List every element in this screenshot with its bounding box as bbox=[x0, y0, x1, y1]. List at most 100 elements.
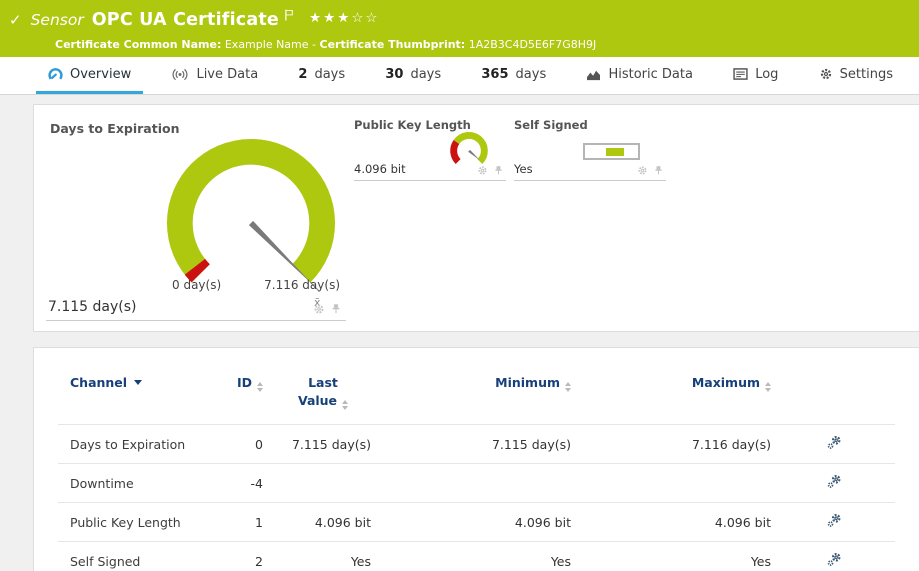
tab-30-days-unit: days bbox=[410, 67, 441, 82]
flag-icon[interactable] bbox=[283, 6, 295, 25]
common-name-label: Certificate Common Name: bbox=[55, 38, 221, 51]
pin-icon[interactable] bbox=[653, 165, 664, 176]
channel-maximum: 4.096 bit bbox=[579, 503, 779, 542]
sensor-title: OPC UA Certificate bbox=[92, 10, 279, 30]
gauge-title: Days to Expiration bbox=[46, 115, 346, 136]
sort-desc-icon bbox=[134, 380, 142, 385]
stars-filled: ★★★ bbox=[309, 10, 351, 26]
table-row: Days to Expiration 0 7.115 day(s) 7.115 … bbox=[58, 425, 895, 464]
channel-id: 0 bbox=[223, 425, 271, 464]
gauges-card: Days to Expiration x̄ 0 day(s) 7.116 day… bbox=[33, 104, 919, 332]
tab-live-data[interactable]: Live Data bbox=[159, 57, 270, 94]
gauge-panel-days-to-expiration: Days to Expiration x̄ 0 day(s) 7.116 day… bbox=[46, 115, 346, 321]
object-type-label: Sensor bbox=[31, 11, 84, 29]
thumbprint-value: 1A2B3C4D5E6F7G8H9J bbox=[469, 38, 597, 51]
channel-maximum bbox=[579, 464, 779, 503]
tab-365-days-unit: days bbox=[516, 67, 547, 82]
channel-minimum: Yes bbox=[379, 542, 579, 571]
tab-30-days[interactable]: 30 days bbox=[373, 57, 453, 94]
gauge-current-value: Yes bbox=[514, 162, 533, 176]
tab-overview-label: Overview bbox=[70, 67, 131, 82]
common-name-value: Example Name bbox=[225, 38, 309, 51]
channel-maximum: 7.116 day(s) bbox=[579, 425, 779, 464]
table-row: Downtime -4 bbox=[58, 464, 895, 503]
channel-id: 2 bbox=[223, 542, 271, 571]
column-header-id[interactable]: ID bbox=[223, 362, 271, 425]
tab-365-days-num: 365 bbox=[481, 67, 508, 82]
gauge-needle bbox=[468, 150, 480, 160]
tab-bar: Overview Live Data 2 days 30 days 365 da… bbox=[0, 57, 919, 95]
boolean-indicator bbox=[583, 143, 640, 160]
column-header-channel[interactable]: Channel bbox=[58, 362, 223, 425]
tab-log-label: Log bbox=[755, 67, 778, 82]
sort-icon bbox=[257, 382, 263, 392]
public-key-length-gauge bbox=[446, 127, 492, 173]
channel-minimum: 4.096 bit bbox=[379, 503, 579, 542]
pin-icon[interactable] bbox=[493, 165, 504, 176]
tab-2-days[interactable]: 2 days bbox=[286, 57, 357, 94]
channel-last-value: 4.096 bit bbox=[271, 503, 379, 542]
channel-name: Downtime bbox=[58, 464, 223, 503]
channel-minimum bbox=[379, 464, 579, 503]
gauge-current-value: 7.115 day(s) bbox=[48, 299, 137, 315]
tab-settings[interactable]: Settings bbox=[807, 57, 905, 94]
channel-maximum: Yes bbox=[579, 542, 779, 571]
stars-empty: ☆☆ bbox=[351, 10, 379, 26]
tab-365-days[interactable]: 365 days bbox=[469, 57, 558, 94]
gauge-scale-min: 0 day(s) bbox=[172, 278, 221, 292]
gauge-icon bbox=[48, 67, 63, 82]
channel-last-value: 7.115 day(s) bbox=[271, 425, 379, 464]
sort-icon bbox=[342, 400, 348, 410]
edit-channel-gears-icon[interactable] bbox=[827, 474, 842, 489]
tab-historic-label: Historic Data bbox=[608, 67, 693, 82]
status-ok-check-icon: ✓ bbox=[9, 11, 22, 29]
gauge-scale-max: 7.116 day(s) bbox=[264, 278, 340, 292]
gear-icon[interactable] bbox=[313, 303, 325, 315]
sensor-subtitle: Certificate Common Name: Example Name - … bbox=[9, 38, 909, 51]
gauge-current-value: 4.096 bit bbox=[354, 162, 406, 176]
table-row: Self Signed 2 Yes Yes Yes bbox=[58, 542, 895, 571]
tab-2-days-unit: days bbox=[314, 67, 345, 82]
tab-historic-data[interactable]: Historic Data bbox=[574, 57, 705, 94]
table-header-row: Channel ID Last Value Minimum Maximum bbox=[58, 362, 895, 425]
thumbprint-label: Certificate Thumbprint: bbox=[320, 38, 466, 51]
channel-name: Days to Expiration bbox=[58, 425, 223, 464]
tab-log[interactable]: Log bbox=[721, 57, 790, 94]
list-icon bbox=[733, 68, 748, 80]
subtitle-separator: - bbox=[312, 38, 316, 51]
channel-name: Public Key Length bbox=[58, 503, 223, 542]
sensor-header: ✓ Sensor OPC UA Certificate ★★★☆☆ Certif… bbox=[0, 0, 919, 57]
channels-card: Channel ID Last Value Minimum Maximum bbox=[33, 347, 919, 571]
table-row: Public Key Length 1 4.096 bit 4.096 bit … bbox=[58, 503, 895, 542]
gauge-panel-self-signed: Self Signed Yes bbox=[514, 115, 666, 181]
channel-minimum: 7.115 day(s) bbox=[379, 425, 579, 464]
channel-name: Self Signed bbox=[58, 542, 223, 571]
tab-settings-label: Settings bbox=[840, 67, 893, 82]
tab-2-days-num: 2 bbox=[298, 67, 307, 82]
broadcast-icon bbox=[171, 68, 189, 81]
sort-icon bbox=[565, 382, 571, 392]
edit-channel-gears-icon[interactable] bbox=[827, 435, 842, 450]
edit-channel-gears-icon[interactable] bbox=[827, 513, 842, 528]
column-header-maximum[interactable]: Maximum bbox=[579, 362, 779, 425]
priority-stars[interactable]: ★★★☆☆ bbox=[309, 10, 380, 26]
channel-last-value: Yes bbox=[271, 542, 379, 571]
pin-icon[interactable] bbox=[330, 303, 342, 315]
column-header-minimum[interactable]: Minimum bbox=[379, 362, 579, 425]
tab-30-days-num: 30 bbox=[385, 67, 403, 82]
column-header-last-value[interactable]: Last Value bbox=[271, 362, 379, 425]
channels-table: Channel ID Last Value Minimum Maximum bbox=[58, 362, 895, 571]
area-chart-icon bbox=[586, 68, 601, 81]
boolean-indicator-dot bbox=[606, 148, 624, 156]
tab-overview[interactable]: Overview bbox=[36, 57, 143, 94]
tab-live-data-label: Live Data bbox=[196, 67, 258, 82]
channel-id: -4 bbox=[223, 464, 271, 503]
prtg-sensor-page: ✓ Sensor OPC UA Certificate ★★★☆☆ Certif… bbox=[0, 0, 919, 571]
sort-icon bbox=[765, 382, 771, 392]
gauge-panel-public-key-length: Public Key Length 4.096 bit bbox=[354, 115, 506, 181]
gear-icon bbox=[819, 67, 833, 81]
gauge-title: Self Signed bbox=[514, 115, 666, 132]
channel-last-value bbox=[271, 464, 379, 503]
gear-icon[interactable] bbox=[637, 165, 648, 176]
edit-channel-gears-icon[interactable] bbox=[827, 552, 842, 567]
